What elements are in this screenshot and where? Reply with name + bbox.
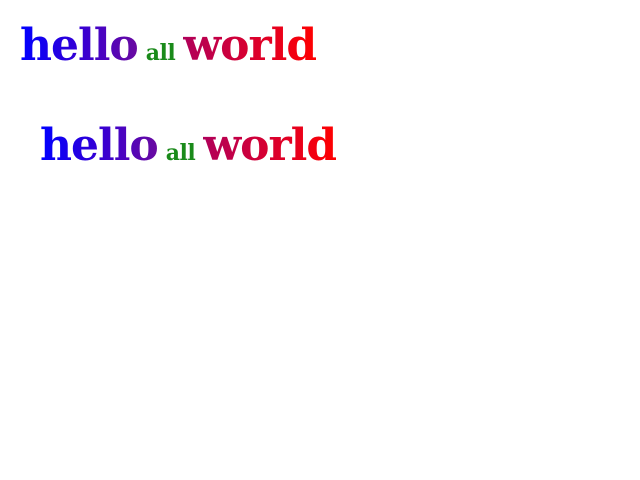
word-all: all — [145, 40, 176, 66]
word-hello: hello — [20, 20, 139, 71]
text-line-2: hello all world — [40, 124, 337, 168]
word-world: world — [183, 20, 317, 71]
text-line-1: hello all world — [20, 24, 317, 68]
word-all: all — [165, 140, 196, 166]
word-world: world — [203, 120, 337, 171]
word-hello: hello — [40, 120, 159, 171]
